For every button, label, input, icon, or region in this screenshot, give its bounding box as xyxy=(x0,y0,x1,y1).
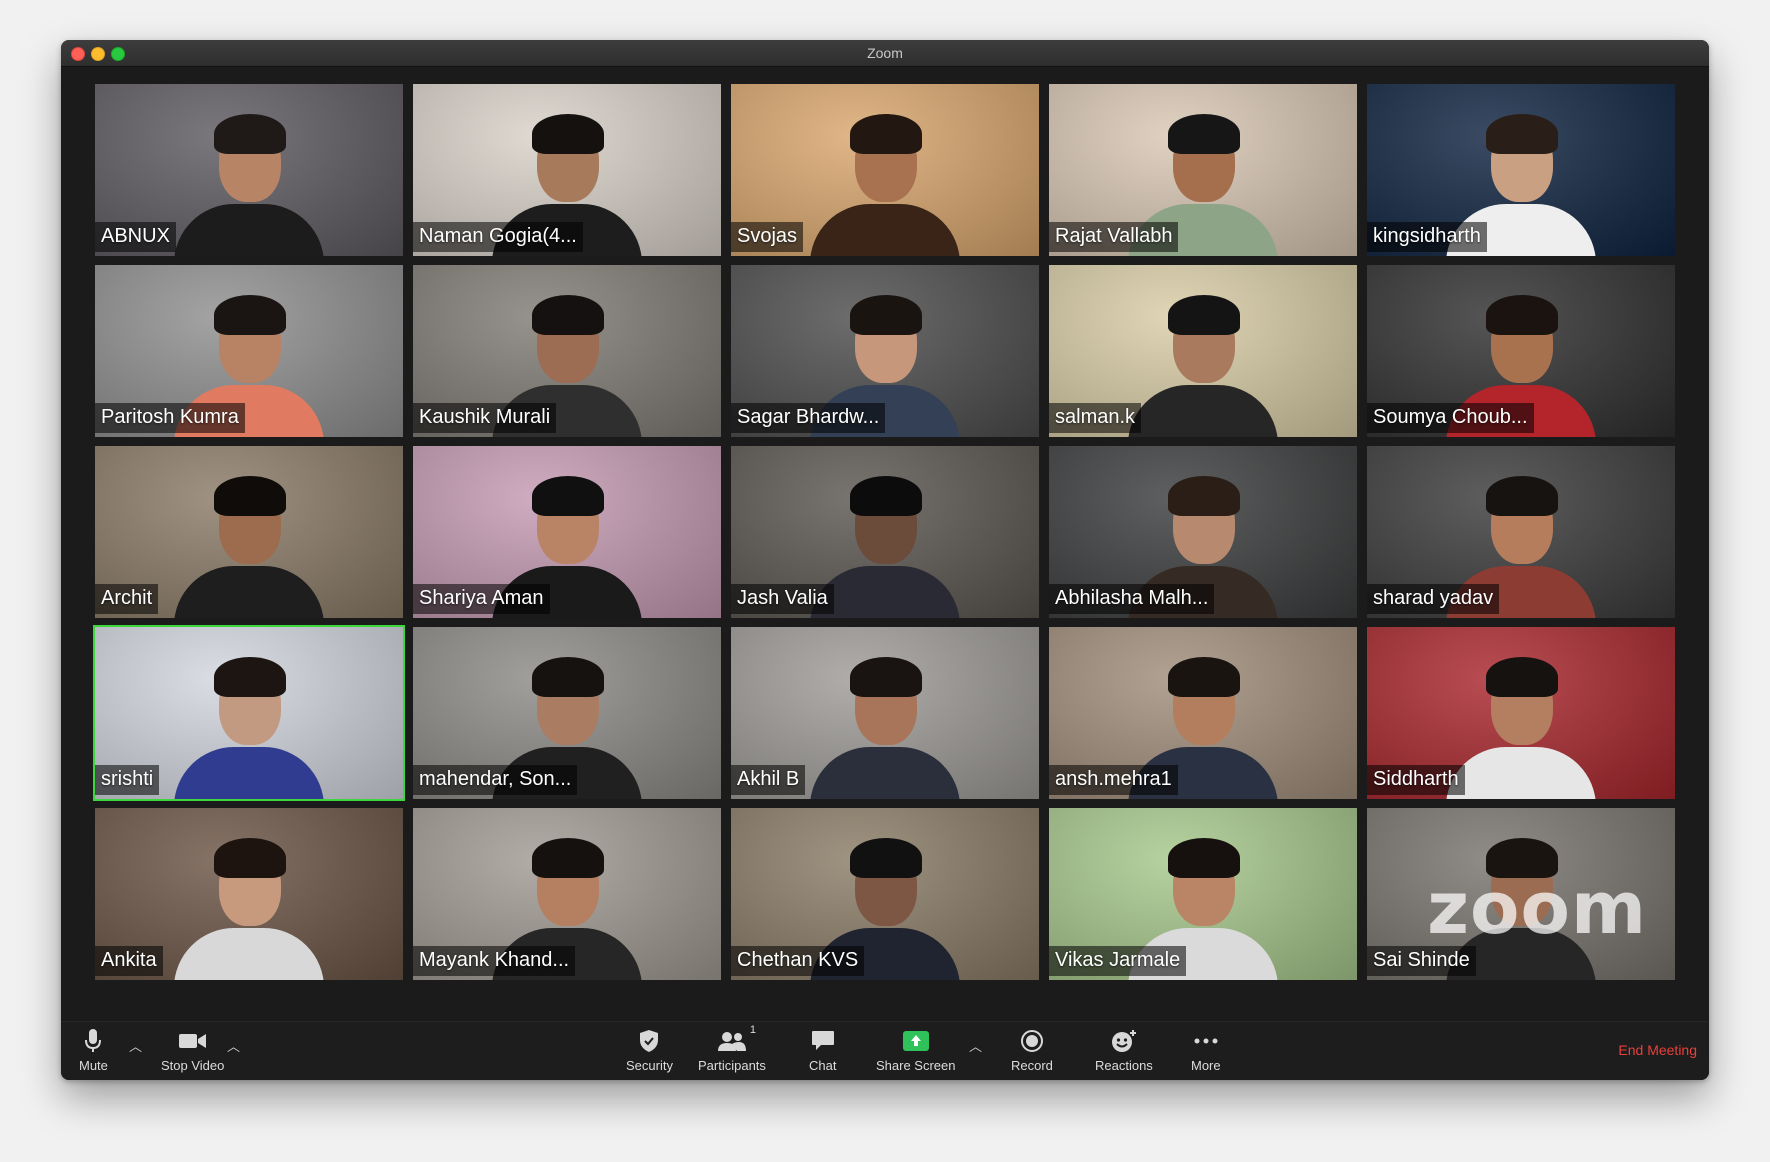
participant-video-tile[interactable]: mahendar, Son... xyxy=(413,627,721,799)
more-button[interactable]: More xyxy=(1191,1028,1221,1073)
participant-video-tile[interactable]: Siddharth xyxy=(1367,627,1675,799)
participant-name-label: Mayank Khand... xyxy=(413,946,576,976)
security-button[interactable]: Security xyxy=(626,1028,673,1073)
video-camera-icon xyxy=(178,1028,207,1054)
participant-silhouette xyxy=(1128,285,1278,437)
participant-name-label: ABNUX xyxy=(95,222,176,252)
participant-silhouette xyxy=(810,647,960,799)
participant-name-label: sharad yadav xyxy=(1367,584,1500,614)
microphone-icon xyxy=(85,1028,102,1054)
security-label: Security xyxy=(626,1058,673,1073)
participant-name-label: Rajat Vallabh xyxy=(1049,222,1179,252)
chat-bubble-icon xyxy=(811,1028,835,1054)
participant-silhouette xyxy=(174,828,324,980)
more-dots-icon xyxy=(1194,1028,1218,1054)
participant-video-tile[interactable]: Svojas xyxy=(731,84,1039,256)
participant-silhouette xyxy=(810,104,960,256)
meeting-toolbar: Mute ︿ Stop Video ︿ Security 1 Participa… xyxy=(61,1021,1709,1080)
participant-name-label: Shariya Aman xyxy=(413,584,550,614)
participant-name-label: Abhilasha Malh... xyxy=(1049,584,1215,614)
zoom-window: Zoom ABNUX Naman Gogia(4... Svojas Rajat Va… xyxy=(61,40,1709,1080)
participant-name-label: Naman Gogia(4... xyxy=(413,222,583,252)
reactions-label: Reactions xyxy=(1095,1058,1153,1073)
stop-video-label: Stop Video xyxy=(161,1058,225,1073)
participant-video-tile[interactable]: srishti xyxy=(93,625,405,801)
participant-video-tile[interactable]: Mayank Khand... xyxy=(413,808,721,980)
participant-name-label: Archit xyxy=(95,584,159,614)
participant-video-tile[interactable]: Akhil B xyxy=(731,627,1039,799)
smiley-icon xyxy=(1111,1028,1137,1054)
zoom-logo-watermark: zoom xyxy=(1427,866,1647,950)
title-bar: Zoom xyxy=(61,40,1709,67)
mute-button[interactable]: Mute xyxy=(79,1028,108,1073)
participant-video-tile[interactable]: Rajat Vallabh xyxy=(1049,84,1357,256)
share-screen-icon xyxy=(902,1028,929,1054)
end-meeting-button[interactable]: End Meeting xyxy=(1618,1042,1697,1058)
mute-label: Mute xyxy=(79,1058,108,1073)
participant-name-label: srishti xyxy=(95,765,160,795)
share-options-chevron-up-icon[interactable]: ︿ xyxy=(969,1036,982,1055)
participants-label: Participants xyxy=(698,1058,766,1073)
gallery-view-grid: ABNUX Naman Gogia(4... Svojas Rajat Vallabh… xyxy=(93,84,1675,980)
participant-video-tile[interactable]: Shariya Aman xyxy=(413,446,721,618)
participant-video-tile[interactable]: Jash Valia xyxy=(731,446,1039,618)
participant-video-tile[interactable]: Chethan KVS xyxy=(731,808,1039,980)
participant-video-tile[interactable]: zoom Sai Shinde xyxy=(1367,808,1675,980)
participant-video-tile[interactable]: Vikas Jarmale xyxy=(1049,808,1357,980)
share-screen-label: Share Screen xyxy=(876,1058,956,1073)
video-options-chevron-up-icon[interactable]: ︿ xyxy=(227,1036,240,1055)
participant-silhouette xyxy=(1446,647,1596,799)
participant-video-tile[interactable]: Abhilasha Malh... xyxy=(1049,446,1357,618)
participant-name-label: Chethan KVS xyxy=(731,946,865,976)
more-label: More xyxy=(1191,1058,1221,1073)
participant-video-tile[interactable]: Soumya Choub... xyxy=(1367,265,1675,437)
participant-name-label: Paritosh Kumra xyxy=(95,403,245,433)
participant-video-tile[interactable]: salman.k xyxy=(1049,265,1357,437)
participant-name-label: Vikas Jarmale xyxy=(1049,946,1187,976)
participant-name-label: Jash Valia xyxy=(731,584,834,614)
participant-name-label: salman.k xyxy=(1049,403,1142,433)
audio-options-chevron-up-icon[interactable]: ︿ xyxy=(129,1036,142,1055)
reactions-button[interactable]: Reactions xyxy=(1095,1028,1153,1073)
participants-count-badge: 1 xyxy=(749,1024,756,1036)
record-label: Record xyxy=(1011,1058,1053,1073)
participant-silhouette xyxy=(174,647,324,799)
participant-name-label: Sai Shinde xyxy=(1367,946,1476,976)
participants-icon: 1 xyxy=(717,1024,756,1054)
participant-video-tile[interactable]: Archit xyxy=(95,446,403,618)
record-button[interactable]: Record xyxy=(1011,1028,1053,1073)
participant-video-tile[interactable]: Ankita xyxy=(95,808,403,980)
chat-button[interactable]: Chat xyxy=(809,1028,836,1073)
participant-video-tile[interactable]: ABNUX xyxy=(95,84,403,256)
participant-name-label: Ankita xyxy=(95,946,163,976)
participant-video-tile[interactable]: Sagar Bhardw... xyxy=(731,265,1039,437)
record-icon xyxy=(1020,1028,1044,1054)
chat-label: Chat xyxy=(809,1058,837,1073)
participant-video-tile[interactable]: ansh.mehra1 xyxy=(1049,627,1357,799)
stop-video-button[interactable]: Stop Video xyxy=(161,1028,224,1073)
window-title: Zoom xyxy=(867,45,903,61)
participant-silhouette xyxy=(174,466,324,618)
participants-button[interactable]: 1 Participants xyxy=(698,1024,766,1073)
shield-icon xyxy=(639,1028,659,1054)
participant-video-tile[interactable]: Paritosh Kumra xyxy=(95,265,403,437)
share-screen-button[interactable]: Share Screen xyxy=(876,1028,956,1073)
participant-name-label: Siddharth xyxy=(1367,765,1465,795)
participant-name-label: Soumya Choub... xyxy=(1367,403,1534,433)
participant-silhouette xyxy=(174,104,324,256)
participant-video-tile[interactable]: Naman Gogia(4... xyxy=(413,84,721,256)
participant-name-label: Svojas xyxy=(731,222,804,252)
participant-name-label: Sagar Bhardw... xyxy=(731,403,886,433)
participant-name-label: Akhil B xyxy=(731,765,806,795)
participant-name-label: mahendar, Son... xyxy=(413,765,578,795)
participant-video-tile[interactable]: Kaushik Murali xyxy=(413,265,721,437)
participant-name-label: kingsidharth xyxy=(1367,222,1487,252)
participant-name-label: Kaushik Murali xyxy=(413,403,557,433)
participant-video-tile[interactable]: sharad yadav xyxy=(1367,446,1675,618)
participant-video-tile[interactable]: kingsidharth xyxy=(1367,84,1675,256)
participant-name-label: ansh.mehra1 xyxy=(1049,765,1178,795)
